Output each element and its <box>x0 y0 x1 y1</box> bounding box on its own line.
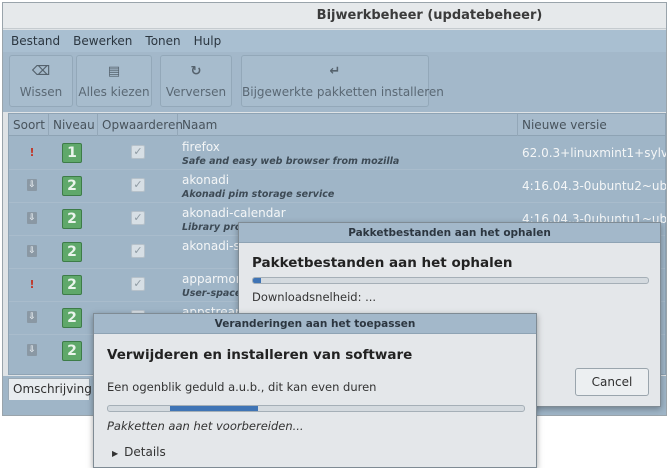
level-badge: 2 <box>62 275 82 295</box>
apply-dialog-heading: Verwijderen en installeren van software <box>107 347 413 363</box>
level-badge: 2 <box>62 209 82 229</box>
clear-icon: ⌫ <box>31 64 51 79</box>
select-all-button[interactable]: ▤ Alles kiezen <box>76 55 152 107</box>
package-update-icon: ⇩ <box>27 245 37 257</box>
package-description: Akonadi pim storage service <box>182 189 335 200</box>
table-row[interactable]: ! 1 ✓ firefox Safe and easy web browser … <box>9 137 667 170</box>
package-version: 4:16.04.3-0ubuntu2~ubuntu16.04 <box>522 179 667 193</box>
package-update-icon: ⇩ <box>27 179 37 191</box>
package-update-icon: ⇩ <box>27 212 37 224</box>
level-badge: 1 <box>62 143 82 163</box>
install-updates-button-label: Bijgewerkte pakketten installeren <box>242 85 444 99</box>
menu-hulp[interactable]: Hulp <box>194 34 222 48</box>
refresh-button[interactable]: ↻ Verversen <box>160 55 232 107</box>
menubar: Bestand Bewerken Tonen Hulp <box>3 30 666 52</box>
refresh-icon: ↻ <box>190 64 202 79</box>
apply-progress-fill <box>170 406 258 411</box>
package-name: akonadi <box>182 173 230 187</box>
cancel-button[interactable]: Cancel <box>575 368 649 396</box>
security-update-icon: ! <box>29 146 35 159</box>
package-name: firefox <box>182 140 220 154</box>
select-all-button-label: Alles kiezen <box>78 85 150 99</box>
level-badge: 2 <box>62 176 82 196</box>
column-header-nieuwe-versie[interactable]: Nieuwe versie <box>518 114 666 136</box>
package-name: apparmor <box>182 272 241 286</box>
install-icon: ↵ <box>329 64 341 79</box>
tab-description[interactable]: Omschrijving <box>8 378 92 400</box>
fetch-progress-fill <box>253 278 261 283</box>
menu-tonen[interactable]: Tonen <box>145 34 180 48</box>
menu-bewerken[interactable]: Bewerken <box>73 34 132 48</box>
column-header-opwaarderen[interactable]: Opwaarderen <box>98 114 183 136</box>
package-version: 62.0.3+linuxmint1+sylvia <box>522 146 667 160</box>
clear-button[interactable]: ⌫ Wissen <box>9 55 73 107</box>
fetch-dialog-title: Pakketbestanden aan het ophalen <box>239 223 660 243</box>
window-title: Bijwerkbeheer (updatebeheer) <box>3 3 666 29</box>
clear-button-label: Wissen <box>19 85 63 99</box>
details-label: Details <box>124 445 166 459</box>
level-badge: 2 <box>62 341 82 361</box>
package-name: akonadi-calendar <box>182 206 286 220</box>
fetch-dialog-heading: Pakketbestanden aan het ophalen <box>252 255 513 271</box>
package-update-icon: ⇩ <box>27 344 37 356</box>
toolbar: ⌫ Wissen ▤ Alles kiezen ↻ Verversen ↵ Bi… <box>3 52 666 112</box>
level-badge: 2 <box>62 308 82 328</box>
column-header-naam[interactable]: Naam <box>178 114 518 136</box>
upgrade-checkbox[interactable]: ✓ <box>131 178 145 192</box>
expand-triangle-icon: ▶ <box>112 449 119 458</box>
table-header: Soort Niveau Opwaarderen Naam Nieuwe ver… <box>9 114 665 136</box>
column-header-soort[interactable]: Soort <box>9 114 49 136</box>
install-updates-button[interactable]: ↵ Bijgewerkte pakketten installeren <box>241 55 444 107</box>
menu-bestand[interactable]: Bestand <box>11 34 60 48</box>
apply-progress-bar <box>107 405 525 412</box>
refresh-button-label: Verversen <box>165 85 227 99</box>
table-row[interactable]: ⇩ 2 ✓ akonadi Akonadi pim storage servic… <box>9 170 667 203</box>
level-badge: 2 <box>62 242 82 262</box>
column-header-niveau[interactable]: Niveau <box>49 114 98 136</box>
apply-dialog-title: Veranderingen aan het toepassen <box>94 314 536 334</box>
apply-status-text: Pakketten aan het voorbereiden... <box>107 419 304 433</box>
security-update-icon: ! <box>29 278 35 291</box>
details-expander[interactable]: ▶ Details <box>112 445 166 459</box>
fetch-progress-bar <box>252 277 649 284</box>
select-all-icon: ▤ <box>107 64 121 79</box>
upgrade-checkbox[interactable]: ✓ <box>131 277 145 291</box>
download-speed-label: Downloadsnelheid: ... <box>252 290 377 304</box>
upgrade-checkbox[interactable]: ✓ <box>131 145 145 159</box>
apply-changes-dialog: Veranderingen aan het toepassen Verwijde… <box>93 313 537 468</box>
upgrade-checkbox[interactable]: ✓ <box>131 244 145 258</box>
wait-message: Een ogenblik geduld a.u.b., dit kan even… <box>107 380 377 394</box>
package-update-icon: ⇩ <box>27 311 37 323</box>
package-description: Safe and easy web browser from mozilla <box>182 156 400 167</box>
upgrade-checkbox[interactable]: ✓ <box>131 211 145 225</box>
